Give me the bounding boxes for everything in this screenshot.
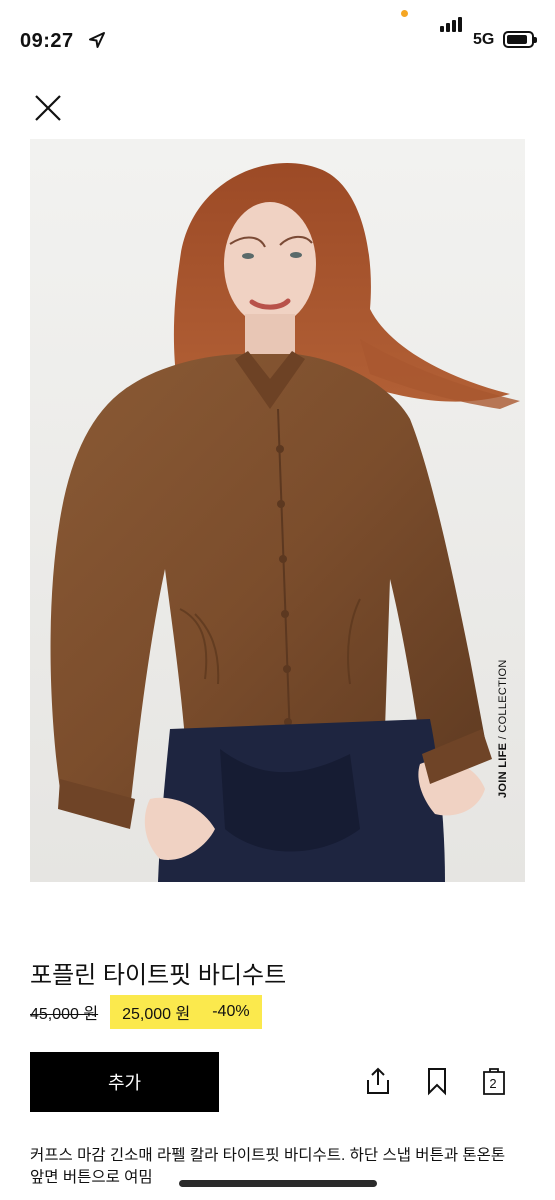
shopping-bag-button[interactable]: 2 xyxy=(482,1066,510,1096)
privacy-indicator-dot xyxy=(401,10,408,17)
original-price: 45,000 원 xyxy=(30,1006,99,1023)
product-image[interactable] xyxy=(30,139,525,882)
bookmark-icon[interactable] xyxy=(423,1066,451,1096)
model-photo xyxy=(30,139,525,882)
price-row: 45,000 원 25,000 원 -40% xyxy=(30,995,262,1029)
battery-icon xyxy=(503,31,537,48)
cart-count: 2 xyxy=(489,1076,497,1091)
discount-percent: -40% xyxy=(212,1003,250,1020)
home-indicator[interactable] xyxy=(179,1180,377,1187)
sale-price-badge: 25,000 원 -40% xyxy=(110,995,262,1029)
add-to-cart-button[interactable]: 추가 xyxy=(30,1052,219,1112)
share-icon[interactable] xyxy=(364,1066,392,1096)
sale-price: 25,000 원 xyxy=(122,1006,191,1023)
close-icon[interactable] xyxy=(30,90,66,126)
product-title: 포플린 타이트핏 바디수트 xyxy=(30,962,287,989)
status-time: 09:27 xyxy=(20,30,74,52)
status-bar: 09:27 5G xyxy=(0,0,555,80)
location-arrow-icon xyxy=(89,32,105,48)
collection-label: JOIN LIFE / COLLECTION xyxy=(497,659,509,798)
network-label: 5G xyxy=(473,31,495,48)
